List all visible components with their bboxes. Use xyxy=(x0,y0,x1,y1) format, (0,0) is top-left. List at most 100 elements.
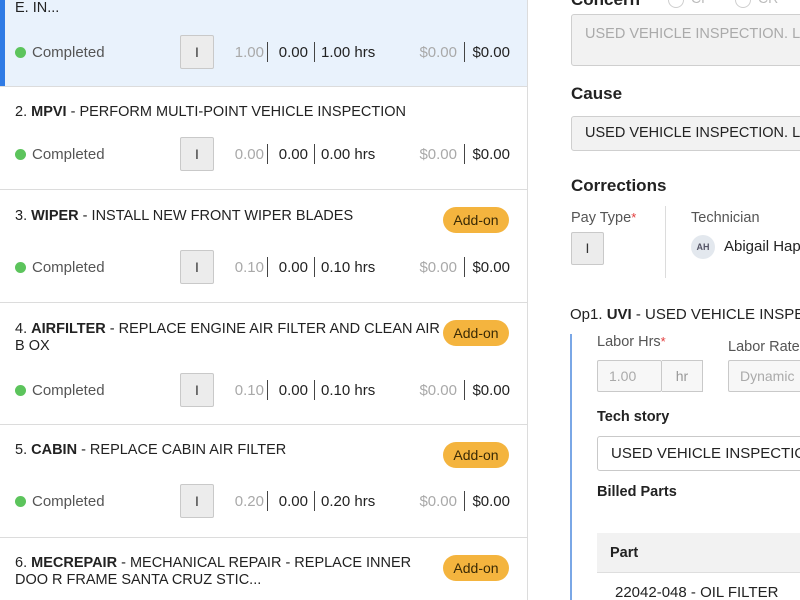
cause-field[interactable]: USED VEHICLE INSPECTION. LUB xyxy=(571,116,800,151)
job-number: 5. xyxy=(15,442,28,458)
pay-type-button[interactable]: I xyxy=(180,35,214,69)
op-description: - USED VEHICLE INSPE xyxy=(631,306,800,323)
divider xyxy=(314,491,315,511)
divider xyxy=(464,491,465,511)
amount-estimate: $0.00 xyxy=(419,382,457,399)
concern-field[interactable]: USED VEHICLE INSPECTION. LU xyxy=(571,14,800,66)
radio-cp-label: CP xyxy=(691,0,710,6)
job-description: E. IN... xyxy=(15,0,60,16)
job-code: AIRFILTER xyxy=(31,321,106,337)
job-code: MPVI xyxy=(31,104,67,120)
technician-name[interactable]: Abigail Hap xyxy=(724,238,800,255)
pay-type-label: Pay Type* xyxy=(571,210,636,226)
labor-rate-input[interactable]: Dynamic xyxy=(728,360,800,392)
amount-estimate: $0.00 xyxy=(419,493,457,510)
radio-cr[interactable] xyxy=(735,0,751,8)
job-item-2[interactable]: 2. MPVI - PERFORM MULTI-POINT VEHICLE IN… xyxy=(0,87,527,190)
amount-total: $0.00 xyxy=(472,493,510,510)
job-list: E. IN... Completed I 1.00 0.00 1.00 hrs … xyxy=(0,0,528,600)
amount-total: $0.00 xyxy=(472,382,510,399)
job-number: 3. xyxy=(15,208,28,224)
status-completed-icon xyxy=(15,47,26,58)
divider xyxy=(314,380,315,400)
labor-hours: 0.10 hrs xyxy=(321,259,376,276)
sold-hours: 0.10 xyxy=(234,382,264,399)
pay-type-button[interactable]: I xyxy=(180,250,214,284)
required-mark: * xyxy=(660,334,666,349)
pay-type-button[interactable]: I xyxy=(180,373,214,407)
job-summary-row: Completed I 0.20 0.00 0.20 hrs $0.00 $0.… xyxy=(0,484,527,518)
sold-hours: 0.10 xyxy=(234,259,264,276)
labor-hrs-input[interactable]: 1.00 xyxy=(597,360,662,392)
job-summary-row: Completed I 1.00 0.00 1.00 hrs $0.00 $0.… xyxy=(0,35,527,69)
labor-hrs-unit: hr xyxy=(662,360,703,392)
divider xyxy=(267,42,268,62)
labor-hours: 1.00 hrs xyxy=(321,44,376,61)
divider xyxy=(314,257,315,277)
job-detail-panel: Concern CP CR USED VEHICLE INSPECTION. L… xyxy=(529,0,800,600)
radio-cr-label: CR xyxy=(758,0,778,6)
divider xyxy=(314,144,315,164)
job-item-1[interactable]: E. IN... Completed I 1.00 0.00 1.00 hrs … xyxy=(0,0,527,87)
radio-cp[interactable] xyxy=(668,0,684,8)
job-title: 4. AIRFILTER - REPLACE ENGINE AIR FILTER… xyxy=(15,321,443,355)
divider xyxy=(267,380,268,400)
status-text: Completed xyxy=(32,382,105,399)
operation-title: Op1. UVI - USED VEHICLE INSPE xyxy=(570,306,800,323)
required-mark: * xyxy=(631,210,637,225)
job-code: WIPER xyxy=(31,208,79,224)
job-title: 3. WIPER - INSTALL NEW FRONT WIPER BLADE… xyxy=(15,208,443,225)
tech-story-field[interactable]: USED VEHICLE INSPECTION xyxy=(597,436,800,471)
amount-estimate: $0.00 xyxy=(419,259,457,276)
job-number: 4. xyxy=(15,321,28,337)
job-item-4[interactable]: 4. AIRFILTER - REPLACE ENGINE AIR FILTER… xyxy=(0,303,527,425)
actual-hours: 0.00 xyxy=(278,44,308,61)
amount-total: $0.00 xyxy=(472,146,510,163)
status-text: Completed xyxy=(32,146,105,163)
parts-table-row[interactable]: 22042-048 - OIL FILTER xyxy=(615,584,778,600)
job-item-5[interactable]: 5. CABIN - REPLACE CABIN AIR FILTER Add-… xyxy=(0,425,527,538)
job-title: 2. MPVI - PERFORM MULTI-POINT VEHICLE IN… xyxy=(15,104,443,121)
billed-parts-label: Billed Parts xyxy=(597,484,677,500)
job-code: CABIN xyxy=(31,442,78,458)
labor-hrs-label: Labor Hrs* xyxy=(597,334,666,350)
divider xyxy=(267,144,268,164)
addon-badge: Add-on xyxy=(443,207,509,233)
corrections-heading: Corrections xyxy=(571,176,667,195)
technician-avatar: AH xyxy=(691,235,715,259)
job-number: 6. xyxy=(15,555,28,571)
addon-badge: Add-on xyxy=(443,442,509,468)
labor-hours: 0.20 hrs xyxy=(321,493,376,510)
actual-hours: 0.00 xyxy=(278,493,308,510)
pay-type-button[interactable]: I xyxy=(180,484,214,518)
operation-rule xyxy=(570,334,572,600)
pay-type-button[interactable]: I xyxy=(180,137,214,171)
amount-estimate: $0.00 xyxy=(419,146,457,163)
divider xyxy=(464,257,465,277)
tech-story-label: Tech story xyxy=(597,409,670,425)
technician-label: Technician xyxy=(691,210,760,226)
pay-type-label-text: Pay Type xyxy=(571,210,632,226)
amount-total: $0.00 xyxy=(472,259,510,276)
status-completed-icon xyxy=(15,385,26,396)
amount-estimate: $0.00 xyxy=(419,44,457,61)
job-code: MECREPAIR xyxy=(31,555,118,571)
pay-type-select[interactable]: I xyxy=(571,232,604,265)
op-code: UVI xyxy=(606,306,632,323)
concern-heading: Concern xyxy=(571,0,640,10)
labor-hours: 0.00 hrs xyxy=(321,146,376,163)
sold-hours: 1.00 xyxy=(234,44,264,61)
job-title: E. IN... xyxy=(15,0,443,17)
job-item-3[interactable]: 3. WIPER - INSTALL NEW FRONT WIPER BLADE… xyxy=(0,190,527,303)
divider xyxy=(267,257,268,277)
job-description: - PERFORM MULTI-POINT VEHICLE INSPECTION xyxy=(66,104,407,120)
job-item-6[interactable]: 6. MECREPAIR - MECHANICAL REPAIR - REPLA… xyxy=(0,538,527,600)
addon-badge: Add-on xyxy=(443,555,509,581)
actual-hours: 0.00 xyxy=(278,146,308,163)
labor-hrs-label-text: Labor Hrs xyxy=(597,334,661,350)
status-text: Completed xyxy=(32,259,105,276)
amount-total: $0.00 xyxy=(472,44,510,61)
divider xyxy=(464,144,465,164)
cause-heading: Cause xyxy=(571,84,623,103)
job-summary-row: Completed I 0.00 0.00 0.00 hrs $0.00 $0.… xyxy=(0,137,527,171)
